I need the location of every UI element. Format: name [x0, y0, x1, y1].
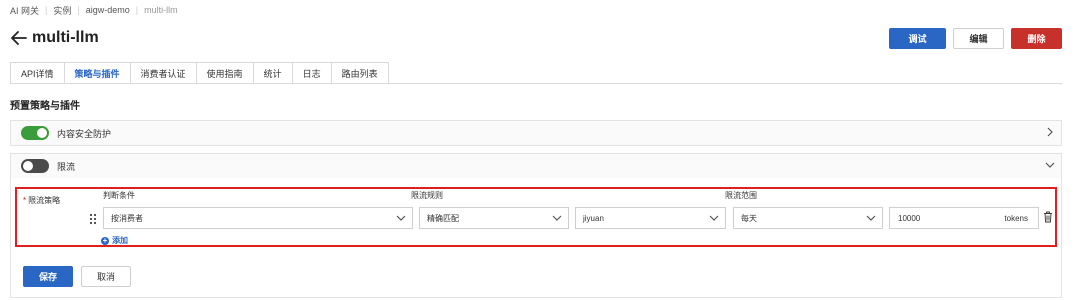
policy-label: * 限流策略: [23, 195, 60, 206]
chevron-down-icon[interactable]: [1045, 160, 1055, 170]
tab-bar: API详情 策略与插件 消费者认证 使用指南 统计 日志 路由列表: [10, 62, 389, 84]
drag-handle-icon[interactable]: [89, 213, 97, 225]
plugin-label: 限流: [57, 161, 76, 172]
chevron-right-icon[interactable]: [1045, 127, 1055, 137]
back-arrow-icon[interactable]: [10, 31, 28, 45]
tab-statistics[interactable]: 统计: [252, 62, 292, 84]
chevron-down-icon: [396, 215, 406, 221]
debug-button[interactable]: 调试: [889, 28, 946, 49]
tab-usage-guide[interactable]: 使用指南: [195, 62, 253, 84]
tab-api-details[interactable]: API详情: [10, 62, 64, 84]
chevron-down-icon: [709, 215, 719, 221]
add-rule-link[interactable]: + 添加: [101, 235, 128, 246]
scope-header: 限流范围: [725, 191, 757, 200]
chevron-down-icon: [866, 215, 876, 221]
header-actions: 调试 编辑 删除: [889, 28, 1062, 49]
breadcrumb-instances[interactable]: 实例: [53, 4, 71, 17]
tab-routes[interactable]: 路由列表: [330, 62, 389, 84]
period-value: 每天: [741, 213, 757, 223]
breadcrumb-separator: |: [45, 5, 48, 15]
breadcrumb-separator: |: [135, 5, 139, 15]
rate-limit-toggle[interactable]: [21, 159, 49, 173]
delete-button[interactable]: 删除: [1011, 28, 1062, 49]
token-limit-input[interactable]: 10000 tokens: [889, 207, 1039, 229]
content-safety-toggle[interactable]: [21, 126, 49, 140]
tab-logs[interactable]: 日志: [291, 62, 331, 84]
chevron-down-icon: [552, 215, 562, 221]
condition-header: 判断条件: [103, 191, 135, 200]
breadcrumb-current: multi-llm: [144, 5, 178, 15]
cancel-button[interactable]: 取消: [81, 266, 131, 287]
token-limit-value: 10000: [898, 213, 921, 223]
rate-limit-policy-box: * 限流策略 判断条件 限流规则 限流范围 按消费者 精确匹配 jiyuan 每天…: [15, 187, 1057, 247]
plugin-label: 内容安全防护: [57, 128, 112, 139]
required-mark: *: [23, 196, 27, 205]
add-label: 添加: [112, 236, 128, 245]
save-button[interactable]: 保存: [23, 266, 73, 287]
match-value: 精确匹配: [427, 213, 459, 223]
edit-button[interactable]: 编辑: [953, 28, 1004, 49]
trash-icon[interactable]: [1043, 211, 1053, 223]
title-row: multi-llm: [10, 27, 99, 49]
match-select[interactable]: 精确匹配: [419, 207, 569, 229]
page-title: multi-llm: [32, 29, 99, 46]
toggle-knob: [37, 128, 47, 138]
condition-select[interactable]: 按消费者: [103, 207, 413, 229]
consumer-select[interactable]: jiyuan: [575, 207, 726, 229]
form-actions: 保存 取消: [23, 266, 131, 287]
add-circle-icon: +: [101, 235, 109, 245]
tab-consumer-auth[interactable]: 消费者认证: [129, 62, 196, 84]
breadcrumb: AI 网关 | 实例 | aigw-demo | multi-llm: [10, 4, 178, 16]
tab-policies-plugins[interactable]: 策略与插件: [63, 62, 130, 84]
plugin-panel-content-safety[interactable]: 内容安全防护: [10, 120, 1062, 146]
token-unit: tokens: [1004, 214, 1028, 223]
breadcrumb-instance-name[interactable]: aigw-demo: [86, 5, 130, 15]
section-title: 预置策略与插件: [10, 101, 80, 112]
consumer-value: jiyuan: [583, 213, 604, 223]
period-select[interactable]: 每天: [733, 207, 883, 229]
plugin-row[interactable]: 限流: [11, 154, 1061, 178]
breadcrumb-separator: |: [77, 5, 80, 15]
tabs-divider: [10, 83, 1062, 84]
policy-label-text: 限流策略: [28, 196, 61, 205]
plugin-row: 内容安全防护: [11, 121, 1061, 145]
breadcrumb-ai-gateway[interactable]: AI 网关: [10, 4, 39, 17]
plugin-panel-rate-limit: 限流 * 限流策略 判断条件 限流规则 限流范围 按消费者 精确匹配 jiyuan…: [10, 153, 1062, 298]
toggle-knob: [23, 161, 33, 171]
rule-header: 限流规则: [411, 191, 443, 200]
condition-value: 按消费者: [111, 213, 143, 223]
